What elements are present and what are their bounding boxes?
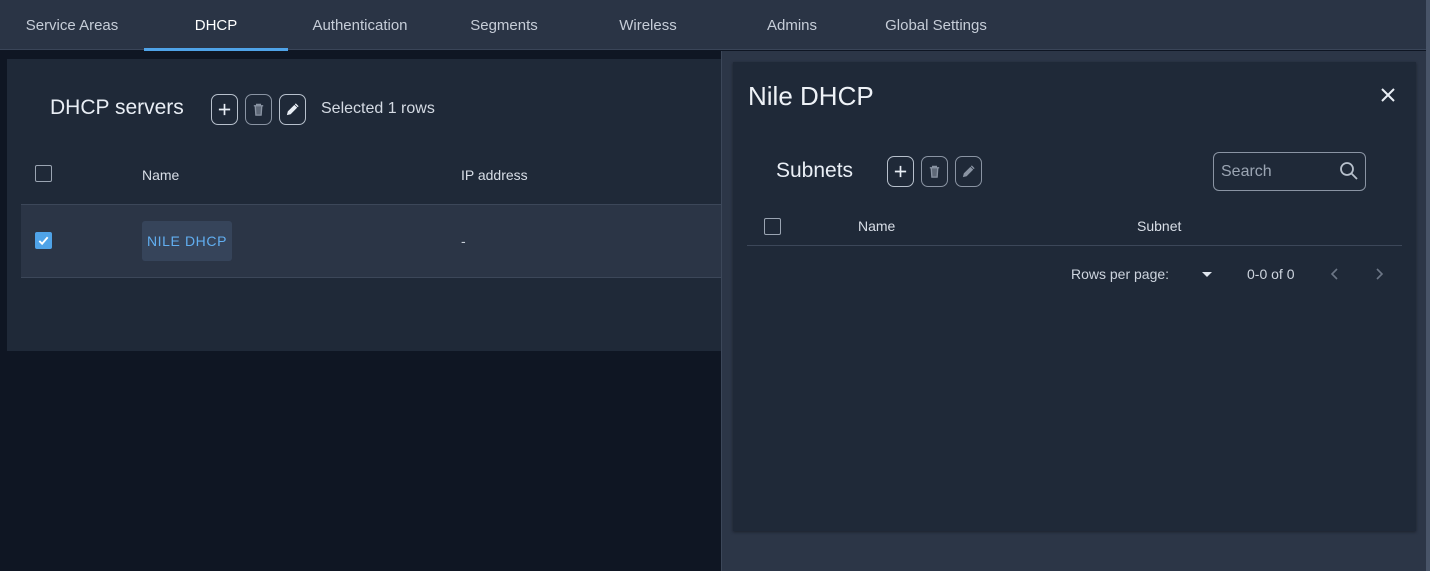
delete-server-button[interactable] [245, 94, 272, 125]
chevron-right-icon [1376, 268, 1384, 280]
selected-rows-text: Selected 1 rows [321, 100, 435, 117]
plus-icon [894, 165, 907, 178]
tab-segments[interactable]: Segments [432, 0, 576, 50]
tab-admins[interactable]: Admins [720, 0, 864, 50]
column-header-name[interactable]: Name [142, 167, 179, 183]
select-all-servers-checkbox[interactable] [35, 165, 52, 182]
server-ip-cell: - [461, 233, 466, 249]
close-icon [1381, 88, 1395, 102]
panel-title: Nile DHCP [748, 81, 874, 111]
plus-icon [218, 103, 231, 116]
dropdown-caret-icon [1202, 272, 1212, 277]
tab-wireless[interactable]: Wireless [576, 0, 720, 50]
table-row[interactable] [21, 204, 722, 278]
close-panel-button[interactable] [1377, 84, 1399, 106]
nile-dhcp-panel [733, 62, 1416, 531]
tab-service-areas[interactable]: Service Areas [0, 0, 144, 50]
pagination-range: 0-0 of 0 [1247, 266, 1295, 282]
search-icon[interactable] [1339, 161, 1359, 181]
app-root: Service Areas DHCP Authentication Segmen… [0, 0, 1430, 571]
row-checkbox[interactable] [35, 232, 52, 249]
subnet-header-divider [747, 245, 1402, 246]
server-name-link[interactable]: NILE DHCP [142, 221, 232, 261]
add-server-button[interactable] [211, 94, 238, 125]
subnet-search-input[interactable] [1221, 162, 1331, 181]
subnet-column-header-name[interactable]: Name [858, 218, 895, 234]
subnets-title: Subnets [776, 159, 854, 182]
edit-server-button[interactable] [279, 94, 306, 125]
trash-icon [253, 103, 264, 116]
tab-bar: Service Areas DHCP Authentication Segmen… [0, 0, 1430, 51]
add-subnet-button[interactable] [887, 156, 914, 187]
chevron-left-icon [1330, 268, 1338, 280]
tab-dhcp[interactable]: DHCP [144, 0, 288, 51]
next-page-button[interactable] [1371, 266, 1387, 282]
edit-subnet-button[interactable] [955, 156, 982, 187]
trash-icon [929, 165, 940, 178]
rows-per-page-dropdown[interactable] [1199, 266, 1215, 282]
pencil-icon [286, 103, 299, 116]
previous-page-button[interactable] [1327, 266, 1343, 282]
pencil-icon [962, 165, 975, 178]
subnet-search-box [1213, 152, 1366, 191]
panel-edge [1426, 0, 1430, 571]
subnet-column-header-subnet[interactable]: Subnet [1137, 218, 1181, 234]
check-icon [38, 236, 49, 246]
column-header-ip-address[interactable]: IP address [461, 167, 528, 183]
tab-global-settings[interactable]: Global Settings [864, 0, 1008, 50]
delete-subnet-button[interactable] [921, 156, 948, 187]
tab-authentication[interactable]: Authentication [288, 0, 432, 50]
rows-per-page-label: Rows per page: [1071, 266, 1170, 282]
dhcp-servers-title: DHCP servers [50, 96, 184, 119]
select-all-subnets-checkbox[interactable] [764, 218, 781, 235]
